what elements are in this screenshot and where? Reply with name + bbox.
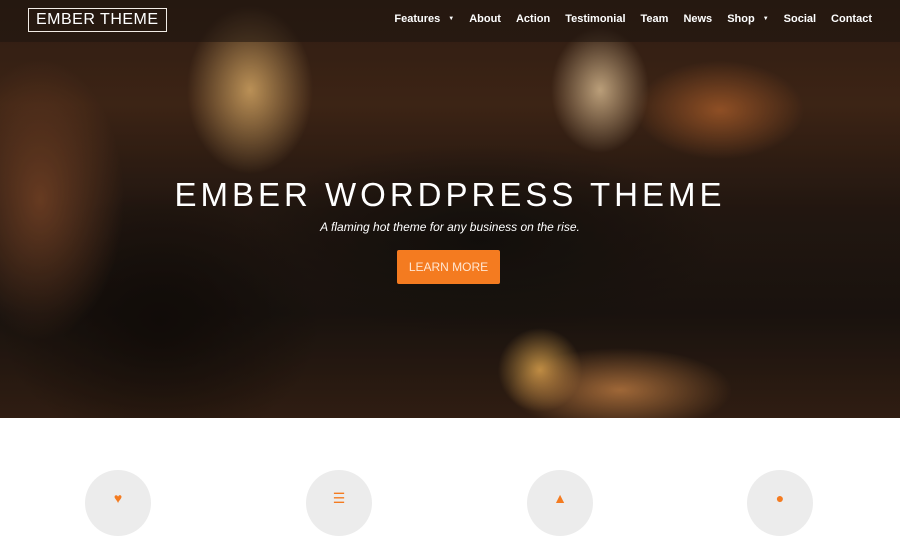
caret-down-icon: ▼ — [448, 16, 455, 22]
feature-circle[interactable]: ☰ — [306, 470, 372, 536]
nav-item-about[interactable]: About — [469, 10, 501, 28]
main-nav: Features ▼ About Action Testimonial Team… — [379, 10, 872, 28]
nav-item-label: Features — [394, 13, 441, 25]
nav-item-team[interactable]: Team — [641, 10, 669, 28]
top-navigation-bar: EMBER THEME Features ▼ About Action Test… — [0, 0, 900, 42]
user-icon: ● — [775, 490, 785, 506]
star-icon: ▲ — [553, 490, 567, 506]
heart-icon: ♥ — [113, 490, 123, 506]
nav-item-contact[interactable]: Contact — [831, 10, 872, 28]
nav-item-label: Action — [515, 13, 551, 25]
nav-item-label: Contact — [831, 13, 872, 25]
hero-section: EMBER THEME Features ▼ About Action Test… — [0, 0, 900, 418]
nav-item-label: News — [683, 13, 713, 25]
site-logo[interactable]: EMBER THEME — [28, 8, 167, 32]
nav-item-social[interactable]: Social — [784, 10, 816, 28]
nav-item-features[interactable]: Features ▼ — [394, 10, 454, 28]
nav-item-label: Shop — [727, 13, 755, 25]
nav-item-news[interactable]: News — [683, 10, 712, 28]
feature-circle[interactable]: ♥ — [85, 470, 151, 536]
nav-item-label: Testimonial — [565, 13, 626, 25]
learn-more-button[interactable]: LEARN MORE — [397, 250, 500, 284]
hero-title: EMBER WORDPRESS THEME — [174, 176, 726, 213]
feature-circle[interactable]: ▲ — [527, 470, 593, 536]
hero-subtitle: A flaming hot theme for any business on … — [320, 220, 580, 234]
nav-item-shop[interactable]: Shop ▼ — [727, 10, 768, 28]
nav-item-testimonial[interactable]: Testimonial — [565, 10, 625, 28]
features-section: ♥ ☰ ▲ ● — [0, 418, 900, 536]
caret-down-icon: ▼ — [762, 16, 769, 22]
nav-item-label: Social — [783, 13, 817, 25]
nav-item-label: Team — [640, 13, 669, 25]
nav-item-label: About — [469, 13, 501, 25]
feature-circle[interactable]: ● — [747, 470, 813, 536]
list-icon: ☰ — [332, 490, 346, 506]
nav-item-action[interactable]: Action — [516, 10, 550, 28]
